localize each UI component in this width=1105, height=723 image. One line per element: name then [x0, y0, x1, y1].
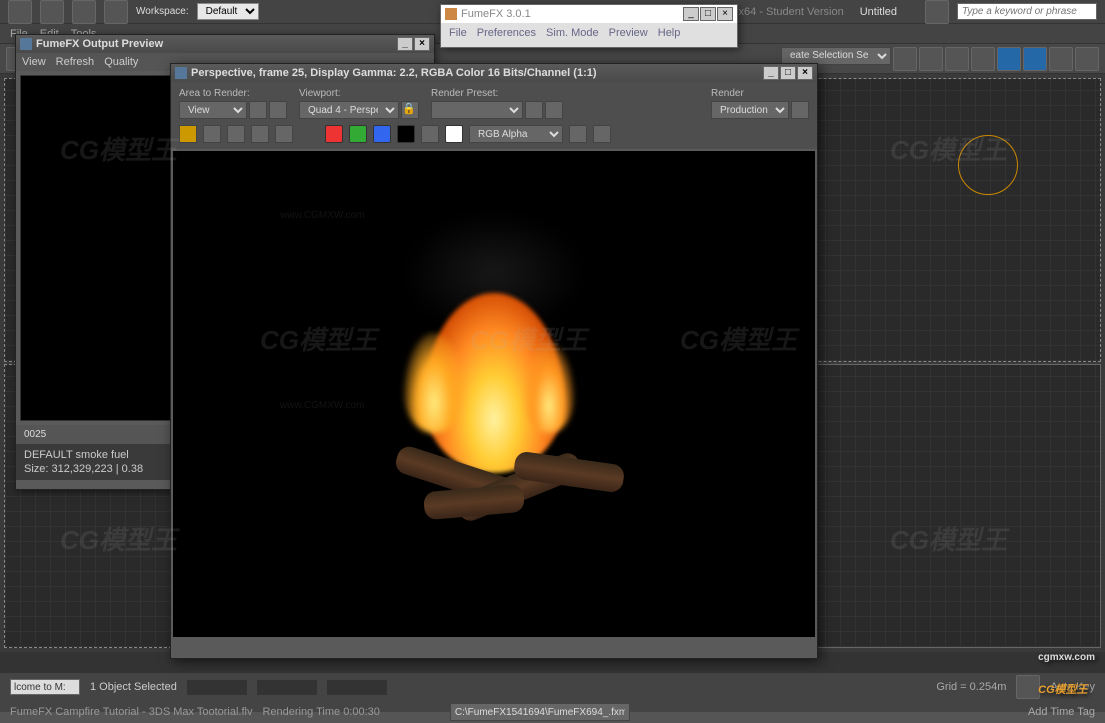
- fumefx-menu-help[interactable]: Help: [658, 27, 681, 39]
- channel-alpha-toggle[interactable]: [397, 125, 415, 143]
- preview-window-title: FumeFX Output Preview: [36, 38, 163, 50]
- app-icon[interactable]: [8, 0, 32, 24]
- coord-z-field[interactable]: [327, 680, 387, 695]
- clear-icon[interactable]: [275, 125, 293, 143]
- fumefx-minimize-icon[interactable]: _: [683, 7, 699, 21]
- fumefx-menu-sim[interactable]: Sim. Mode: [546, 27, 599, 39]
- preview-menu-view[interactable]: View: [22, 56, 46, 68]
- output-path-field[interactable]: [450, 703, 630, 721]
- toggle-overlay-icon[interactable]: [569, 125, 587, 143]
- toggle-ui-icon[interactable]: [593, 125, 611, 143]
- render-toolbar: Area to Render: View Viewport: Quad 4 - …: [171, 82, 817, 149]
- workspace-select[interactable]: Default: [197, 3, 259, 20]
- curve-editor-icon[interactable]: [971, 47, 995, 71]
- watermark-url: www.CGMXW.com: [280, 400, 364, 411]
- viewport-label: Viewport:: [299, 88, 419, 99]
- render-window-title: Perspective, frame 25, Display Gamma: 2.…: [191, 67, 597, 79]
- render-button-icon[interactable]: [791, 101, 809, 119]
- fumefx-titlebar[interactable]: FumeFX 3.0.1 _ □ ×: [441, 5, 737, 23]
- preset-select[interactable]: [431, 101, 523, 119]
- align-icon[interactable]: [919, 47, 943, 71]
- fumefx-menu-file[interactable]: File: [449, 27, 467, 39]
- render-frame-window: Perspective, frame 25, Display Gamma: 2.…: [170, 63, 818, 659]
- selection-set-dropdown[interactable]: eate Selection Se: [781, 47, 891, 65]
- fumefx-menu-prefs[interactable]: Preferences: [477, 27, 536, 39]
- preview-menu-quality[interactable]: Quality: [104, 56, 138, 68]
- tutorial-filename: FumeFX Campfire Tutorial - 3DS Max Tooto…: [10, 706, 252, 718]
- layers-icon[interactable]: [945, 47, 969, 71]
- render-app-icon: [175, 67, 187, 79]
- background-swatch[interactable]: [445, 125, 463, 143]
- close-icon[interactable]: ×: [414, 37, 430, 51]
- fumefx-app-icon: [445, 8, 457, 20]
- area-render-label: Area to Render:: [179, 88, 287, 99]
- environment-icon[interactable]: [525, 101, 543, 119]
- edit-region-icon[interactable]: [249, 101, 267, 119]
- clone-icon[interactable]: [227, 125, 245, 143]
- preset-label: Render Preset:: [431, 88, 563, 99]
- minimize-icon[interactable]: _: [397, 37, 413, 51]
- selection-status: 1 Object Selected: [90, 681, 177, 693]
- render-minimize-icon[interactable]: _: [763, 66, 779, 80]
- help-search-input[interactable]: [957, 3, 1097, 20]
- viewport-select[interactable]: Quad 4 - Perspect: [299, 101, 399, 119]
- document-title: Untitled: [860, 6, 897, 18]
- fumefx-main-window: FumeFX 3.0.1 _ □ × File Preferences Sim.…: [440, 4, 738, 48]
- mono-icon[interactable]: [421, 125, 439, 143]
- workspace-label: Workspace:: [136, 6, 189, 17]
- render-maximize-icon[interactable]: □: [780, 66, 796, 80]
- print-icon[interactable]: [251, 125, 269, 143]
- fumefx-menu-bar: File Preferences Sim. Mode Preview Help: [441, 23, 737, 43]
- bottom-status-bar: 1 Object Selected Grid = 0.254m Auto Key…: [0, 652, 1105, 712]
- save-image-icon[interactable]: [179, 125, 197, 143]
- time-tag-button[interactable]: Add Time Tag: [1028, 706, 1095, 718]
- material-editor-icon[interactable]: [1023, 47, 1047, 71]
- channel-blue-toggle[interactable]: [373, 125, 391, 143]
- preview-window-titlebar[interactable]: FumeFX Output Preview _ ×: [16, 35, 434, 53]
- copy-image-icon[interactable]: [203, 125, 221, 143]
- preview-app-icon: [20, 38, 32, 50]
- lock-viewport-icon[interactable]: 🔒: [401, 101, 419, 119]
- render-output-canvas[interactable]: [173, 151, 815, 637]
- save-icon[interactable]: [40, 0, 64, 24]
- render-close-icon[interactable]: ×: [797, 66, 813, 80]
- channel-red-toggle[interactable]: [325, 125, 343, 143]
- channel-green-toggle[interactable]: [349, 125, 367, 143]
- redo-icon[interactable]: [104, 0, 128, 24]
- grid-size-label: Grid = 0.254m: [936, 681, 1006, 693]
- production-select[interactable]: Production: [711, 101, 789, 119]
- mirror-icon[interactable]: [893, 47, 917, 71]
- watermark-url: www.CGMXW.com: [280, 210, 364, 221]
- render-time-label: Rendering Time 0:00:30: [262, 706, 379, 718]
- auto-region-icon[interactable]: [269, 101, 287, 119]
- brand-watermark-large: cgmxw.com CG模型王: [1038, 652, 1095, 702]
- preview-menu-refresh[interactable]: Refresh: [56, 56, 95, 68]
- undo-icon[interactable]: [72, 0, 96, 24]
- render-titlebar[interactable]: Perspective, frame 25, Display Gamma: 2.…: [171, 64, 817, 82]
- coord-y-field[interactable]: [257, 680, 317, 695]
- view-gizmo-icon[interactable]: [958, 135, 1018, 195]
- arrow-left-icon[interactable]: [925, 0, 949, 24]
- fumefx-title-text: FumeFX 3.0.1: [461, 8, 531, 20]
- render-frame-icon[interactable]: [1075, 47, 1099, 71]
- lock-icon[interactable]: [1016, 675, 1040, 699]
- effects-icon[interactable]: [545, 101, 563, 119]
- render-setup-icon[interactable]: [1049, 47, 1073, 71]
- maxscript-input[interactable]: [10, 679, 80, 695]
- render-section-label: Render: [711, 88, 809, 99]
- coord-x-field[interactable]: [187, 680, 247, 695]
- schematic-view-icon[interactable]: [997, 47, 1021, 71]
- channel-display-select[interactable]: RGB Alpha: [469, 125, 563, 143]
- area-render-select[interactable]: View: [179, 101, 247, 119]
- fumefx-close-icon[interactable]: ×: [717, 7, 733, 21]
- fumefx-maximize-icon[interactable]: □: [700, 7, 716, 21]
- fumefx-menu-preview[interactable]: Preview: [609, 27, 648, 39]
